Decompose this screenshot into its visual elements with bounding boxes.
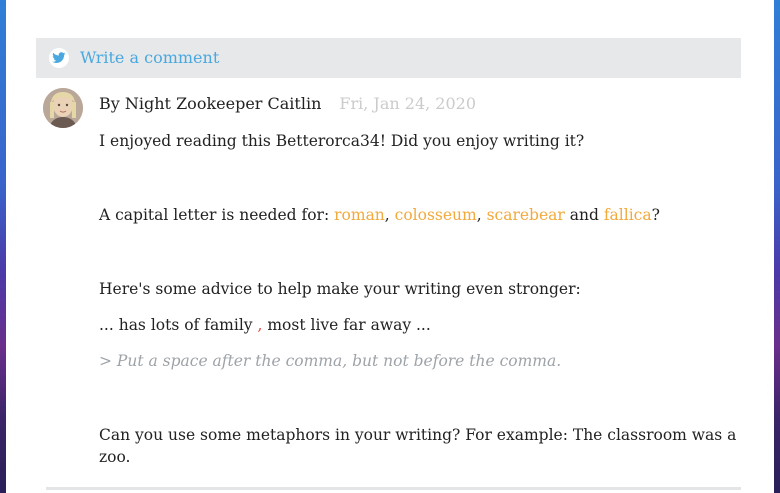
capital-separator: ,: [476, 206, 487, 224]
bird-icon: [49, 48, 69, 68]
punctuation-hint: > Put a space after the comma, but not b…: [99, 352, 562, 370]
advice-intro: Here's some advice to help make your wri…: [99, 280, 581, 298]
author-name: By Night Zookeeper Caitlin: [99, 94, 322, 113]
highlight-word-scarebear: scarebear: [486, 206, 565, 224]
comment-line-praise: I enjoyed reading this Betterorca34! Did…: [99, 132, 585, 150]
highlight-word-roman: roman: [334, 206, 385, 224]
punctuation-example: ... has lots of family , most live far a…: [99, 314, 739, 336]
capital-prefix: A capital letter is needed for:: [99, 206, 335, 224]
highlight-word-fallica: fallica: [603, 206, 652, 224]
capital-letter-feedback: A capital letter is needed for: roman, c…: [99, 204, 739, 226]
capital-suffix: ?: [651, 206, 660, 224]
comment-body: I enjoyed reading this Betterorca34! Did…: [99, 130, 739, 468]
write-comment-bar[interactable]: Write a comment: [36, 38, 741, 78]
capital-separator: and: [564, 206, 604, 224]
comment-header: By Night Zookeeper Caitlin Fri, Jan 24, 2…: [99, 94, 476, 114]
write-comment-link[interactable]: Write a comment: [80, 48, 219, 68]
comment-date: Fri, Jan 24, 2020: [339, 94, 477, 113]
highlight-word-colosseum: colosseum: [394, 206, 477, 224]
example-after: most live far away ...: [262, 316, 431, 334]
bird-icon-glyph: [52, 52, 66, 63]
divider: [46, 487, 741, 490]
capital-separator: ,: [384, 206, 395, 224]
example-before: ... has lots of family: [99, 316, 258, 334]
metaphor-feedback: Can you use some metaphors in your writi…: [99, 426, 737, 466]
comment-card: Write a comment By Night Zookeeper Caitl…: [6, 0, 774, 493]
avatar: [43, 88, 83, 128]
avatar-portrait: [43, 88, 83, 128]
